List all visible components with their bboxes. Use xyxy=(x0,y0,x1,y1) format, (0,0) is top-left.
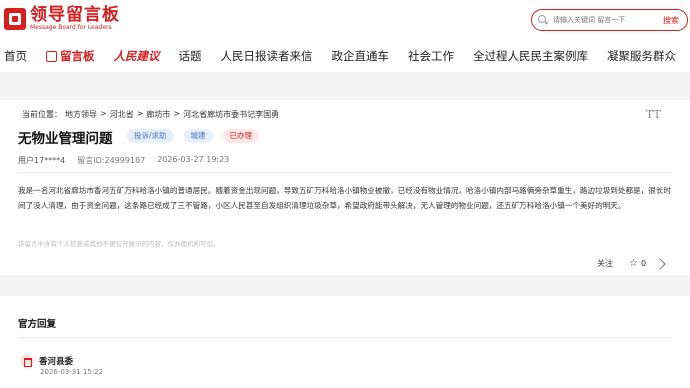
domain-badge: 城建 xyxy=(183,129,213,143)
official-reply-card: 官方回复 香河县委 2026-03-31 15:22 xyxy=(0,296,690,388)
font-size-icon[interactable]: TT xyxy=(646,108,661,121)
breadcrumb-link[interactable]: 河北省 xyxy=(110,109,134,120)
nav-item-gov-enterprise[interactable]: 政企直通车 xyxy=(332,48,390,64)
nav-item-people-suggestions[interactable]: 人民建议 xyxy=(114,48,160,64)
message-id: 留言ID:24999187 xyxy=(77,156,146,165)
message-actions: 关注 ☆ 0 xyxy=(597,257,666,270)
search-input[interactable] xyxy=(553,16,645,24)
logo-title: 领导留言板 xyxy=(30,5,120,25)
breadcrumb: 当前位置： 地方领导 > 河北省 > 廊坊市 > 河北省廊坊市委书记李国勇 xyxy=(22,109,282,120)
message-time: 2026-03-27 19:23 xyxy=(157,155,230,164)
logo-subtitle: Message Board for Leaders xyxy=(30,24,112,31)
like-count: 0 xyxy=(640,259,647,268)
nav-item-home[interactable]: 首页 xyxy=(4,48,27,64)
share-icon[interactable] xyxy=(654,257,666,270)
message-card: 当前位置： 地方领导 > 河北省 > 廊坊市 > 河北省廊坊市委书记李国勇 TT… xyxy=(0,100,690,275)
reply-time: 2026-03-31 15:22 xyxy=(40,368,104,376)
reply-org: 香河县委 xyxy=(20,354,73,368)
nav-item-reader-letters[interactable]: 人民日报读者来信 xyxy=(221,48,313,64)
site-logo[interactable]: 领导留言板 Message Board for Leaders xyxy=(4,6,120,31)
message-user: 用户17****4 xyxy=(18,156,66,165)
breadcrumb-link[interactable]: 河北省廊坊市委书记李国勇 xyxy=(183,109,279,120)
message-board-icon xyxy=(46,50,57,62)
message-title: 无物业管理问题 xyxy=(18,131,113,147)
breadcrumb-separator: > xyxy=(136,109,144,118)
follow-button[interactable]: 关注 xyxy=(597,258,613,269)
nav-item-topics[interactable]: 话题 xyxy=(179,48,202,64)
category-badge: 投诉/求助 xyxy=(127,129,174,143)
status-badge: 已办理 xyxy=(222,129,260,143)
nav-item-label: 留言板 xyxy=(60,49,95,63)
message-body: 我是一名河北省廊坊市香河五矿万科哈洛小镇的普通居民。随着资金出现问题，导致五矿万… xyxy=(18,186,672,210)
top-bar: 领导留言板 Message Board for Leaders 搜索 xyxy=(0,0,690,40)
logo-mark-icon xyxy=(4,7,26,30)
nav-item-democracy-cases[interactable]: 全过程人民民主案例库 xyxy=(473,48,588,64)
reply-section-title: 官方回复 xyxy=(18,319,57,330)
breadcrumb-link[interactable]: 地方领导 xyxy=(65,109,97,120)
search-icon xyxy=(538,15,548,25)
breadcrumb-separator: > xyxy=(173,109,181,118)
main-nav: 首页 留言板 人民建议 话题 人民日报读者来信 政企直通车 社会工作 全过程人民… xyxy=(0,40,690,72)
government-building-icon xyxy=(20,354,34,368)
divider xyxy=(18,172,672,173)
search-button[interactable]: 搜索 xyxy=(663,15,679,26)
nav-item-social-work[interactable]: 社会工作 xyxy=(408,48,454,64)
star-icon: ☆ xyxy=(629,258,638,269)
divider xyxy=(18,337,672,338)
breadcrumb-prefix: 当前位置： xyxy=(22,110,62,119)
nav-item-serve-masses[interactable]: 凝聚服务群众 xyxy=(607,48,676,64)
nav-item-message-board[interactable]: 留言板 xyxy=(46,48,95,64)
breadcrumb-link[interactable]: 廊坊市 xyxy=(146,109,170,120)
breadcrumb-separator: > xyxy=(100,109,107,118)
like-button[interactable]: ☆ 0 xyxy=(629,258,646,269)
privacy-disclaimer: 该留言中含有个人信息或其他不便公开展示的内容，仅办理机构可见。 xyxy=(18,240,220,248)
reply-org-name: 香河县委 xyxy=(39,357,74,367)
search-box: 搜索 xyxy=(531,9,688,31)
tag-list: 投诉/求助 城建 已办理 xyxy=(127,129,269,143)
message-meta: 用户17****4 留言ID:24999187 2026-03-27 19:23 xyxy=(18,155,241,166)
